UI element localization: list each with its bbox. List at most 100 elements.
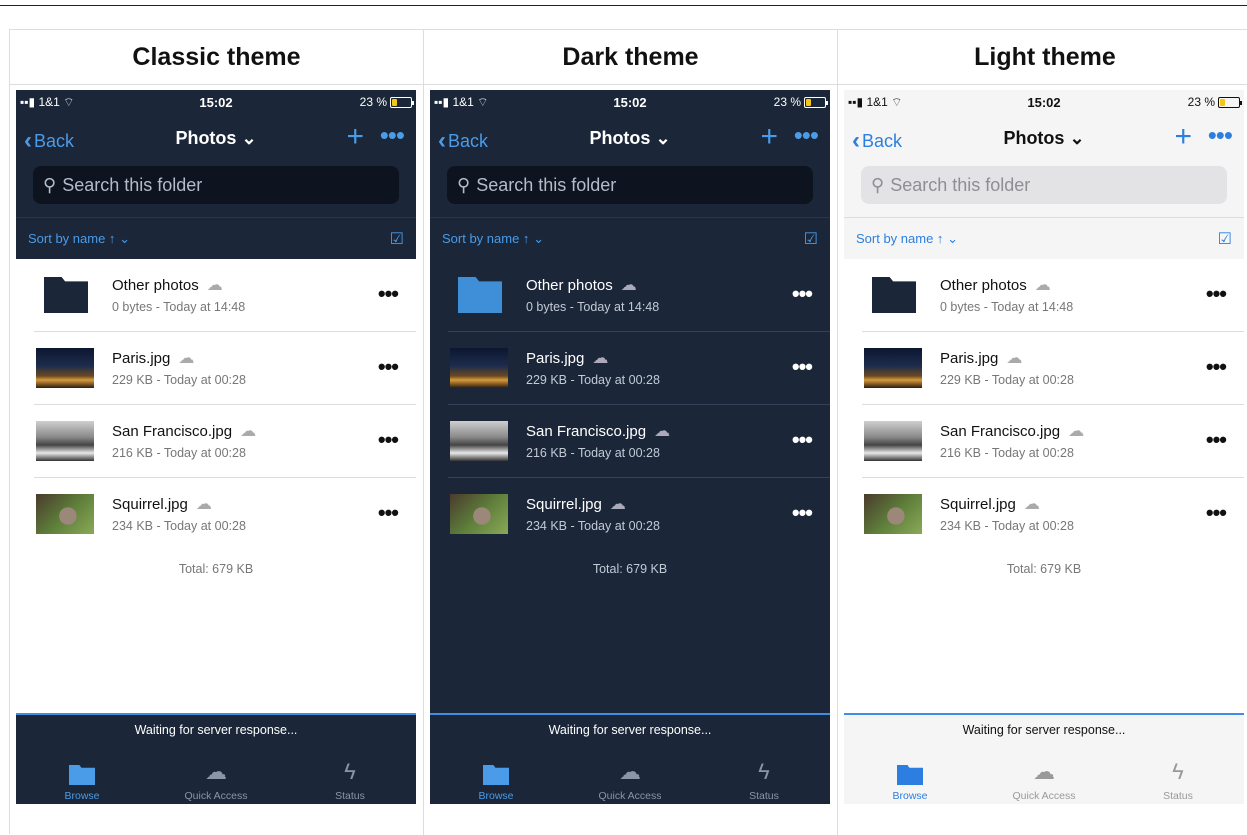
list-item[interactable]: Squirrel.jpg ☁ 234 KB - Today at 00:28 ••… (844, 478, 1244, 551)
cloud-check-icon: ☁ (195, 496, 212, 513)
tab-bar: Browse ☁ Quick Access ϟ Status (16, 755, 416, 804)
select-checkbox-icon[interactable]: ☑ (1218, 229, 1232, 249)
tab-status[interactable]: ϟ Status (714, 755, 814, 802)
item-more-button[interactable]: ••• (792, 500, 813, 526)
lightning-icon: ϟ (758, 759, 770, 784)
tab-label: Browse (478, 790, 514, 802)
battery: 23 % (360, 95, 414, 109)
tab-label: Status (1163, 790, 1193, 802)
progress-line (16, 713, 416, 715)
file-name: Paris.jpg (940, 349, 999, 367)
select-checkbox-icon[interactable]: ☑ (390, 229, 404, 249)
file-meta: 234 KB - Today at 00:28 (940, 519, 1074, 533)
item-more-button[interactable]: ••• (378, 281, 399, 307)
sort-label: Sort by name ↑ (442, 230, 530, 246)
folder-title: Photos (589, 128, 651, 148)
san-francisco-thumbnail (450, 421, 508, 461)
cloud-icon: ☁ (619, 759, 641, 784)
sort-bar: Sort by name ↑ ⌄ ☑ (430, 217, 830, 259)
tab-label: Quick Access (1012, 790, 1076, 802)
theme-comparison-table: Classic theme ▪▪▮ 1&1 ⌔ 15:02 23 % ‹ Back… (9, 29, 1247, 835)
item-more-button[interactable]: ••• (1206, 500, 1227, 526)
add-button[interactable]: + (1174, 122, 1192, 152)
cloud-check-icon: ☁ (1006, 350, 1023, 367)
folder-icon (44, 277, 88, 313)
file-meta: 216 KB - Today at 00:28 (526, 446, 660, 460)
item-more-button[interactable]: ••• (792, 427, 813, 453)
sort-button[interactable]: Sort by name ↑ ⌄ (28, 231, 130, 247)
folder-icon (458, 277, 502, 313)
folder-icon (872, 277, 916, 313)
column-header-classic: Classic theme (10, 30, 423, 85)
list-item[interactable]: Squirrel.jpg ☁ 234 KB - Today at 00:28 ••… (430, 478, 830, 551)
file-meta: 229 KB - Today at 00:28 (526, 373, 660, 387)
file-meta: 229 KB - Today at 00:28 (940, 373, 1074, 387)
tab-status[interactable]: ϟ Status (300, 755, 400, 802)
status-bar: ▪▪▮ 1&1 ⌔ 15:02 23 % (844, 90, 1244, 114)
item-more-button[interactable]: ••• (792, 354, 813, 380)
sort-bar: Sort by name ↑ ⌄ ☑ (16, 217, 416, 259)
navigation-bar: ‹ Back Photos ⌄ + ••• (16, 118, 416, 158)
item-more-button[interactable]: ••• (792, 281, 813, 307)
tab-quick-access[interactable]: ☁ Quick Access (994, 755, 1094, 802)
cloud-check-icon: ☁ (592, 350, 609, 367)
file-name: Squirrel.jpg (112, 495, 188, 513)
sort-button[interactable]: Sort by name ↑ ⌄ (856, 231, 958, 247)
file-meta: 0 bytes - Today at 14:48 (526, 300, 660, 314)
lightning-icon: ϟ (1172, 759, 1184, 784)
tab-browse[interactable]: Browse (860, 755, 960, 802)
list-item[interactable]: Other photos ☁ 0 bytes - Today at 14:48 •… (430, 259, 830, 332)
status-time: 15:02 (199, 95, 233, 110)
dark-phone-screen: ▪▪▮ 1&1 ⌔ 15:02 23 % ‹ Back Photos ⌄ + ••… (430, 90, 830, 804)
battery-icon (1218, 96, 1242, 108)
more-options-button[interactable]: ••• (794, 122, 819, 148)
bottom-panel: Waiting for server response... Browse ☁ Q… (844, 713, 1244, 804)
folder-icon (897, 765, 923, 785)
add-button[interactable]: + (760, 122, 778, 152)
list-item[interactable]: Paris.jpg ☁ 229 KB - Today at 00:28 ••• (844, 332, 1244, 405)
list-item[interactable]: Other photos ☁ 0 bytes - Today at 14:48 •… (16, 259, 416, 332)
cloud-check-icon: ☁ (206, 277, 223, 294)
more-options-button[interactable]: ••• (1208, 122, 1233, 148)
select-checkbox-icon[interactable]: ☑ (804, 229, 818, 249)
list-item[interactable]: Squirrel.jpg ☁ 234 KB - Today at 00:28 ••… (16, 478, 416, 551)
add-button[interactable]: + (346, 122, 364, 152)
squirrel-thumbnail (864, 494, 922, 534)
item-more-button[interactable]: ••• (1206, 281, 1227, 307)
more-options-button[interactable]: ••• (380, 122, 405, 148)
column-header-dark: Dark theme (424, 30, 837, 85)
list-item[interactable]: Paris.jpg ☁ 229 KB - Today at 00:28 ••• (16, 332, 416, 405)
list-item[interactable]: Other photos ☁ 0 bytes - Today at 14:48 •… (844, 259, 1244, 332)
search-field[interactable]: ⚲ Search this folder (447, 166, 813, 204)
item-more-button[interactable]: ••• (378, 500, 399, 526)
tab-quick-access[interactable]: ☁ Quick Access (166, 755, 266, 802)
list-item[interactable]: Paris.jpg ☁ 229 KB - Today at 00:28 ••• (430, 332, 830, 405)
battery-icon (804, 96, 828, 108)
cloud-check-icon: ☁ (654, 423, 671, 440)
sort-button[interactable]: Sort by name ↑ ⌄ (442, 231, 544, 247)
paris-thumbnail (450, 348, 508, 388)
item-more-button[interactable]: ••• (1206, 354, 1227, 380)
search-icon: ⚲ (871, 174, 885, 195)
item-more-button[interactable]: ••• (378, 427, 399, 453)
search-field[interactable]: ⚲ Search this folder (33, 166, 399, 204)
tab-browse[interactable]: Browse (32, 755, 132, 802)
status-bar: ▪▪▮ 1&1 ⌔ 15:02 23 % (430, 90, 830, 114)
list-item[interactable]: San Francisco.jpg ☁ 216 KB - Today at 00:… (844, 405, 1244, 478)
search-field[interactable]: ⚲ Search this folder (861, 166, 1227, 204)
chevron-down-icon: ⌄ (533, 230, 544, 246)
item-more-button[interactable]: ••• (378, 354, 399, 380)
tab-browse[interactable]: Browse (446, 755, 546, 802)
list-item[interactable]: San Francisco.jpg ☁ 216 KB - Today at 00:… (16, 405, 416, 478)
item-more-button[interactable]: ••• (1206, 427, 1227, 453)
tab-status[interactable]: ϟ Status (1128, 755, 1228, 802)
cloud-icon: ☁ (205, 759, 227, 784)
progress-line (430, 713, 830, 715)
san-francisco-thumbnail (864, 421, 922, 461)
cloud-check-icon: ☁ (178, 350, 195, 367)
total-size: Total: 679 KB (178, 562, 254, 576)
search-icon: ⚲ (457, 174, 471, 195)
list-item[interactable]: San Francisco.jpg ☁ 216 KB - Today at 00:… (430, 405, 830, 478)
tab-bar: Browse ☁ Quick Access ϟ Status (844, 755, 1244, 804)
tab-quick-access[interactable]: ☁ Quick Access (580, 755, 680, 802)
